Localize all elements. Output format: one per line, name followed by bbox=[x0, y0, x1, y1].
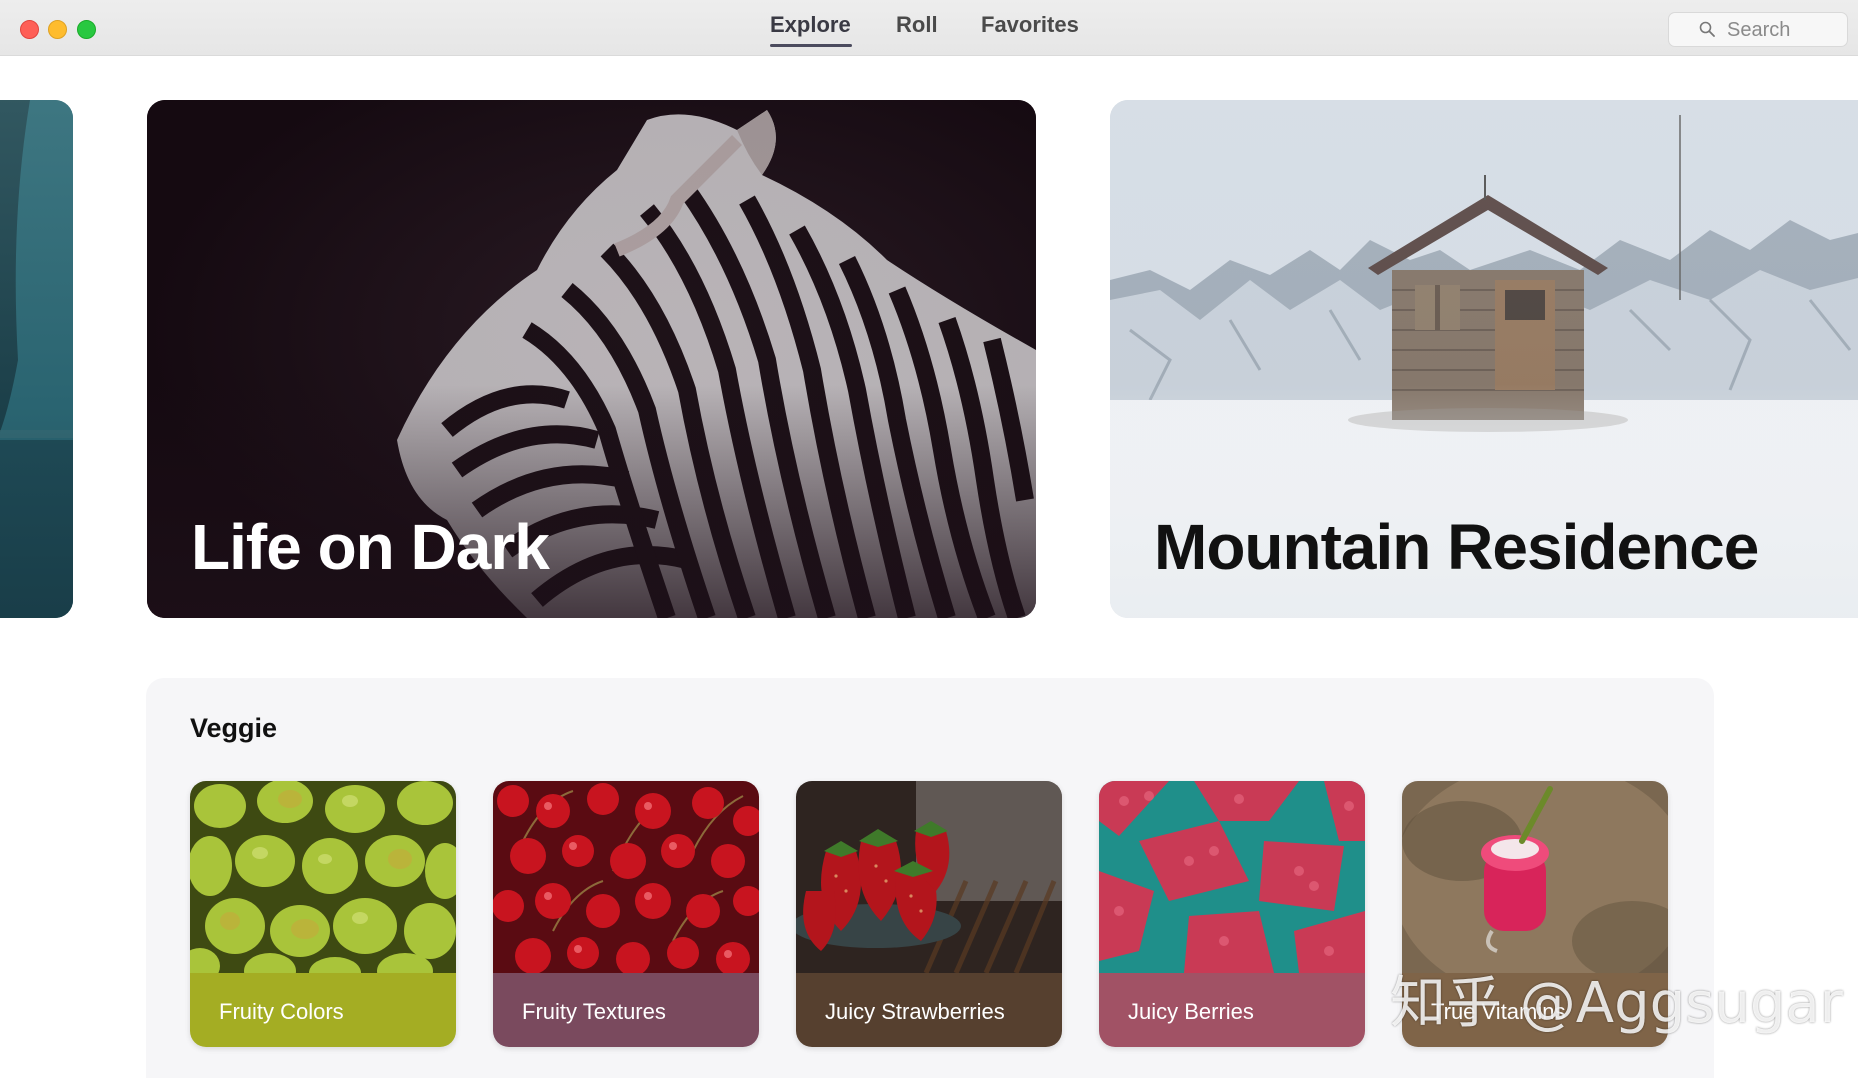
tile-fruity-colors[interactable]: Fruity Colors bbox=[190, 781, 456, 1047]
hero-card-life-on-dark[interactable]: Life on Dark bbox=[147, 100, 1036, 618]
tab-explore[interactable]: Explore bbox=[770, 12, 851, 38]
tile-juicy-berries[interactable]: Juicy Berries bbox=[1099, 781, 1365, 1047]
close-window-button[interactable] bbox=[20, 20, 39, 39]
title-bar: Explore Roll Favorites bbox=[0, 0, 1858, 56]
search-field[interactable] bbox=[1668, 12, 1848, 47]
zoom-window-button[interactable] bbox=[77, 20, 96, 39]
search-icon bbox=[1699, 21, 1715, 37]
active-tab-indicator bbox=[770, 44, 852, 47]
app-window: Explore Roll Favorites Search Life on Da… bbox=[0, 0, 1858, 1078]
tab-roll[interactable]: Roll bbox=[896, 12, 938, 38]
cherries-photo bbox=[493, 781, 759, 973]
section-title: Veggie bbox=[190, 713, 278, 743]
tile-label: Juicy Strawberries bbox=[825, 999, 1005, 1024]
tile-label: Fruity Colors bbox=[219, 999, 344, 1024]
hero-title: Mountain Residence bbox=[1154, 511, 1759, 583]
raspberries-photo bbox=[1099, 781, 1365, 973]
tile-label: Juicy Berries bbox=[1128, 999, 1254, 1024]
smoothie-photo bbox=[1402, 781, 1668, 973]
tile-label: Fruity Textures bbox=[522, 999, 666, 1024]
minimize-window-button[interactable] bbox=[48, 20, 67, 39]
tile-juicy-strawberries[interactable]: Juicy Strawberries bbox=[796, 781, 1062, 1047]
strawberries-photo bbox=[796, 781, 1062, 973]
tile-fruity-textures[interactable]: Fruity Textures bbox=[493, 781, 759, 1047]
tab-favorites[interactable]: Favorites bbox=[981, 12, 1079, 38]
hero-title: Life on Dark bbox=[191, 511, 550, 583]
search-input[interactable] bbox=[1725, 17, 1841, 43]
watermark: 知乎 @Aggsugar bbox=[1390, 971, 1843, 1036]
pears-photo bbox=[190, 781, 456, 973]
hero-card-previous[interactable] bbox=[0, 100, 73, 618]
hero-card-mountain-residence[interactable]: Mountain Residence bbox=[1110, 100, 1858, 618]
